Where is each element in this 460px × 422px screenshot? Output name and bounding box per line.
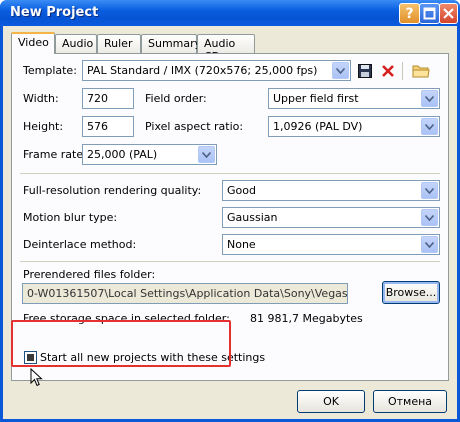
cancel-button[interactable]: Отмена	[373, 390, 447, 413]
tab-audio-cd[interactable]: Audio CD	[197, 34, 255, 63]
width-field[interactable]: 720	[82, 88, 134, 109]
ok-button[interactable]: OK	[297, 390, 365, 413]
maximize-button[interactable]	[419, 3, 440, 24]
chevron-down-icon	[332, 62, 349, 79]
frame-rate-dropdown[interactable]: 25,000 (PAL)	[82, 144, 217, 165]
pixel-aspect-dropdown[interactable]: 1,0926 (PAL DV)	[268, 116, 440, 137]
prerendered-folder-path[interactable]: 0-W01361507\Local Settings\Application D…	[22, 283, 348, 304]
deinterlace-label: Deinterlace method:	[23, 238, 137, 251]
browse-button[interactable]: Browse...	[382, 281, 440, 304]
frame-rate-value: 25,000 (PAL)	[87, 148, 158, 161]
render-quality-dropdown[interactable]: Good	[222, 180, 440, 201]
chevron-down-icon	[421, 182, 438, 199]
motion-blur-dropdown[interactable]: Gaussian	[222, 207, 440, 228]
height-label: Height:	[23, 120, 64, 133]
close-icon	[443, 8, 454, 19]
motion-blur-label: Motion blur type:	[23, 211, 118, 224]
field-order-value: Upper field first	[273, 92, 359, 105]
field-order-label: Field order:	[145, 92, 207, 105]
width-label: Width:	[23, 92, 59, 105]
maximize-icon	[423, 7, 436, 20]
pixel-aspect-value: 1,0926 (PAL DV)	[273, 120, 363, 133]
tab-ruler[interactable]: Ruler	[97, 34, 141, 53]
render-quality-label: Full-resolution rendering quality:	[23, 184, 202, 197]
frame-rate-label: Frame rate:	[23, 148, 87, 161]
new-project-window: New Project ? Video Audio Ruler Summary …	[0, 0, 460, 422]
pixel-aspect-label: Pixel aspect ratio:	[145, 120, 244, 133]
deinterlace-value: None	[227, 238, 256, 251]
tab-audio[interactable]: Audio	[55, 34, 97, 53]
window-title: New Project	[10, 5, 99, 20]
tab-video[interactable]: Video	[11, 32, 55, 54]
red-x-icon	[382, 65, 394, 77]
section-divider	[20, 261, 440, 262]
help-icon: ?	[405, 5, 414, 22]
chevron-down-icon	[421, 209, 438, 226]
prerendered-folder-label: Prerendered files folder:	[23, 268, 156, 281]
toolbar-divider	[402, 62, 403, 80]
motion-blur-value: Gaussian	[227, 211, 278, 224]
chevron-down-icon	[421, 90, 438, 107]
chevron-down-icon	[421, 236, 438, 253]
template-label: Template:	[23, 64, 77, 77]
save-template-button[interactable]	[355, 61, 375, 81]
help-button[interactable]: ?	[399, 3, 420, 24]
open-folder-button[interactable]	[410, 60, 432, 80]
mouse-cursor-icon	[30, 368, 43, 387]
render-quality-value: Good	[227, 184, 256, 197]
deinterlace-dropdown[interactable]: None	[222, 234, 440, 255]
close-button[interactable]	[439, 3, 458, 24]
chevron-down-icon	[198, 146, 215, 163]
delete-template-button[interactable]	[378, 61, 398, 81]
free-space-value: 81 981,7 Megabytes	[250, 312, 363, 325]
height-field[interactable]: 576	[82, 116, 134, 137]
tab-summary[interactable]: Summary	[141, 34, 201, 53]
section-divider	[20, 173, 440, 174]
field-order-dropdown[interactable]: Upper field first	[268, 88, 440, 109]
floppy-disk-icon	[358, 64, 372, 78]
template-value: PAL Standard / IMX (720x576; 25,000 fps)	[87, 64, 318, 77]
template-dropdown[interactable]: PAL Standard / IMX (720x576; 25,000 fps)	[82, 60, 351, 81]
highlight-box	[11, 320, 231, 367]
title-bar[interactable]: New Project ?	[0, 0, 460, 26]
folder-icon	[412, 65, 430, 77]
chevron-down-icon	[421, 118, 438, 135]
